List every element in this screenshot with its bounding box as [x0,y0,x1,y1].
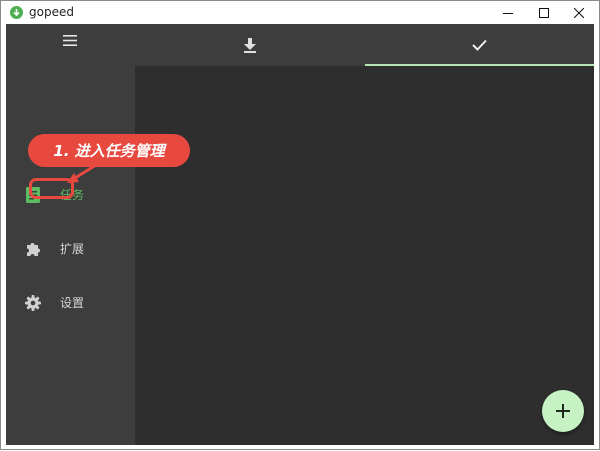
gear-icon [25,295,41,311]
tab-downloading[interactable] [135,24,365,66]
title-bar: gopeed [1,1,599,24]
annotation-highlight-box [29,178,74,199]
add-task-button[interactable] [542,390,584,432]
check-icon [472,39,487,51]
window-title: gopeed [29,5,74,19]
maximize-button[interactable] [527,1,561,24]
sidebar: 任务 扩展 设置 [6,24,135,445]
sidebar-item-label: 扩展 [60,242,85,256]
plus-icon [556,404,570,418]
close-icon [574,7,584,18]
menu-icon [63,34,77,46]
task-list-area [135,66,594,445]
minimize-icon [503,12,513,14]
sidebar-item-extensions[interactable]: 扩展 [6,228,135,268]
download-icon [244,37,256,53]
annotation-callout: 1. 进入任务管理 [28,134,190,167]
tab-completed[interactable] [365,24,594,66]
minimize-button[interactable] [491,1,525,24]
tab-bar [135,24,594,66]
app-body: 任务 扩展 设置 [6,24,594,445]
gopeed-logo-icon [10,6,23,19]
app-window: gopeed 任务 扩展 设置 1. 进入任务管理 [0,0,600,450]
sidebar-item-settings[interactable]: 设置 [6,282,135,322]
annotation-text: 1. 进入任务管理 [53,142,165,160]
puzzle-icon [27,243,40,256]
close-button[interactable] [562,1,596,24]
maximize-icon [539,7,549,18]
sidebar-item-label: 设置 [60,296,85,310]
menu-button[interactable] [59,30,81,50]
